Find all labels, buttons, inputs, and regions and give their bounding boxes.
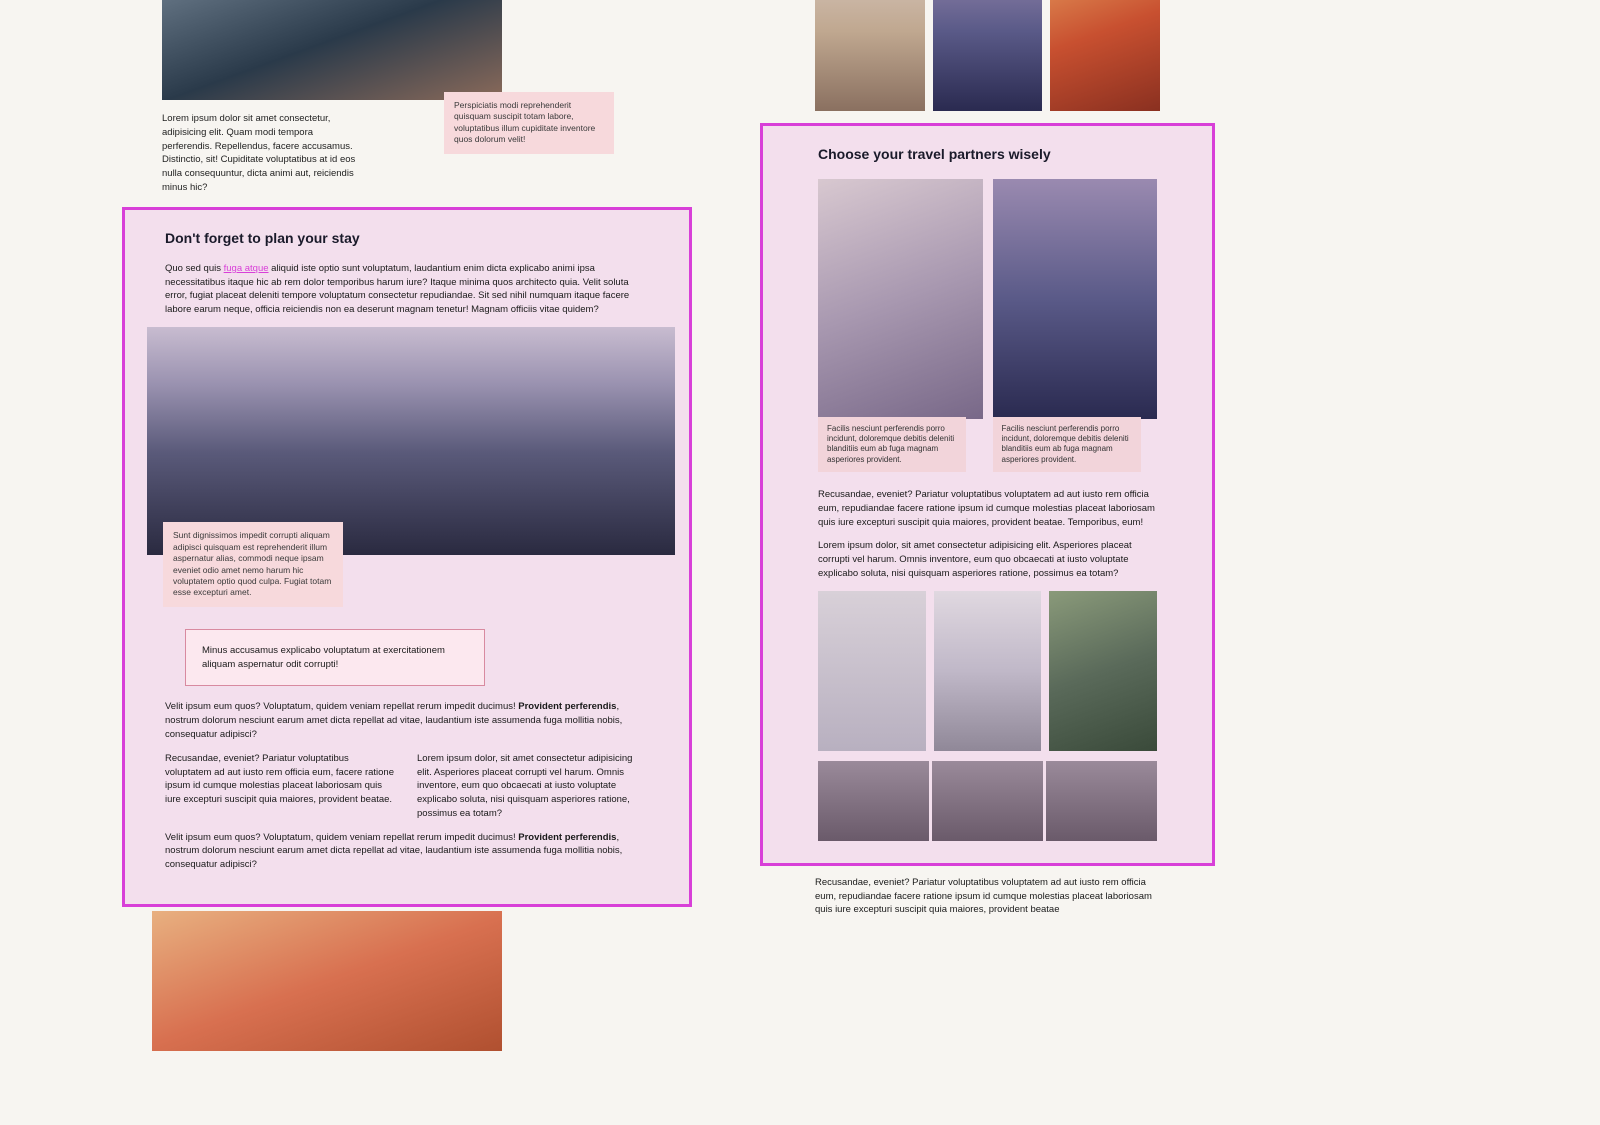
mountain-tag: Sunt dignissimos impedit corrupti aliqua… <box>163 522 343 607</box>
mountain-photo <box>147 327 675 555</box>
p2b: Provident perferendis <box>518 832 616 843</box>
strip-2 <box>932 761 1043 841</box>
grid2-photo-2 <box>934 591 1042 751</box>
hero-tag: Perspiciatis modi reprehenderit quisquam… <box>444 92 614 154</box>
grid-photo-3 <box>1050 0 1160 111</box>
partners-p2: Lorem ipsum dolor, sit amet consectetur … <box>818 539 1157 580</box>
plan-stay-panel: Don't forget to plan your stay Quo sed q… <box>122 207 692 907</box>
p1a: Velit ipsum eum quos? Voluptatum, quidem… <box>165 701 518 712</box>
p2a: Velit ipsum eum quos? Voluptatum, quidem… <box>165 832 518 843</box>
plan-stay-intro: Quo sed quis fuga atque aliquid iste opt… <box>165 262 649 317</box>
partner-photo-1 <box>818 179 983 419</box>
partners-p1: Recusandae, eveniet? Pariatur voluptatib… <box>818 488 1157 529</box>
strip-3 <box>1046 761 1157 841</box>
hero-caption: Lorem ipsum dolor sit amet consectetur, … <box>122 112 402 195</box>
partners-heading: Choose your travel partners wisely <box>818 144 1157 164</box>
partner-tag-2: Facilis nesciunt perferendis porro incid… <box>993 417 1141 473</box>
partner-photo-2 <box>993 179 1158 419</box>
plan-p1: Velit ipsum eum quos? Voluptatum, quidem… <box>165 700 649 741</box>
plan-col2: Lorem ipsum dolor, sit amet consectetur … <box>417 752 649 821</box>
colorful-houses-photo <box>152 911 502 1051</box>
intro-pre: Quo sed quis <box>165 263 224 274</box>
plan-stay-heading: Don't forget to plan your stay <box>165 228 649 248</box>
grid2-photo-3 <box>1049 591 1157 751</box>
after-panel-text: Recusandae, eveniet? Pariatur voluptatib… <box>760 876 1215 917</box>
plan-col1: Recusandae, eveniet? Pariatur voluptatib… <box>165 752 397 821</box>
plan-p2: Velit ipsum eum quos? Voluptatum, quidem… <box>165 831 649 872</box>
partner-tag-1: Facilis nesciunt perferendis porro incid… <box>818 417 966 473</box>
grid-photo-1 <box>815 0 925 111</box>
grid-photo-2 <box>933 0 1043 111</box>
partners-panel: Choose your travel partners wisely Facil… <box>760 123 1215 865</box>
p1b: Provident perferendis <box>518 701 616 712</box>
fuga-link[interactable]: fuga atque <box>224 263 269 274</box>
strip-1 <box>818 761 929 841</box>
hero-photo-left <box>162 0 502 100</box>
pink-quote: Minus accusamus explicabo voluptatum at … <box>185 629 485 687</box>
grid2-photo-1 <box>818 591 926 751</box>
